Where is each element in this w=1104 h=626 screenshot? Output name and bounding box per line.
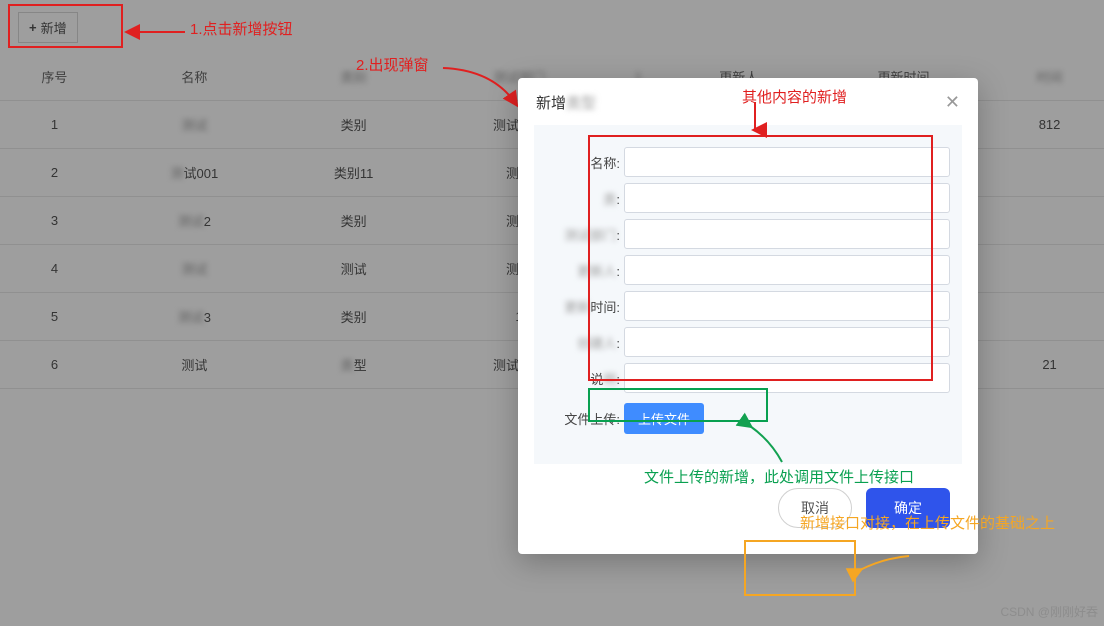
watermark: CSDN @刚刚好吞 bbox=[1000, 603, 1098, 620]
close-icon[interactable]: ✕ bbox=[945, 92, 960, 113]
anno-box-ok bbox=[744, 540, 856, 596]
ok-button[interactable]: 确定 bbox=[866, 488, 950, 528]
cancel-button[interactable]: 取消 bbox=[778, 488, 852, 528]
anno-box-add bbox=[8, 4, 123, 48]
anno-box-upload bbox=[588, 388, 768, 422]
anno-box-fields bbox=[588, 135, 933, 381]
modal-title: 新增类型 bbox=[536, 92, 596, 113]
